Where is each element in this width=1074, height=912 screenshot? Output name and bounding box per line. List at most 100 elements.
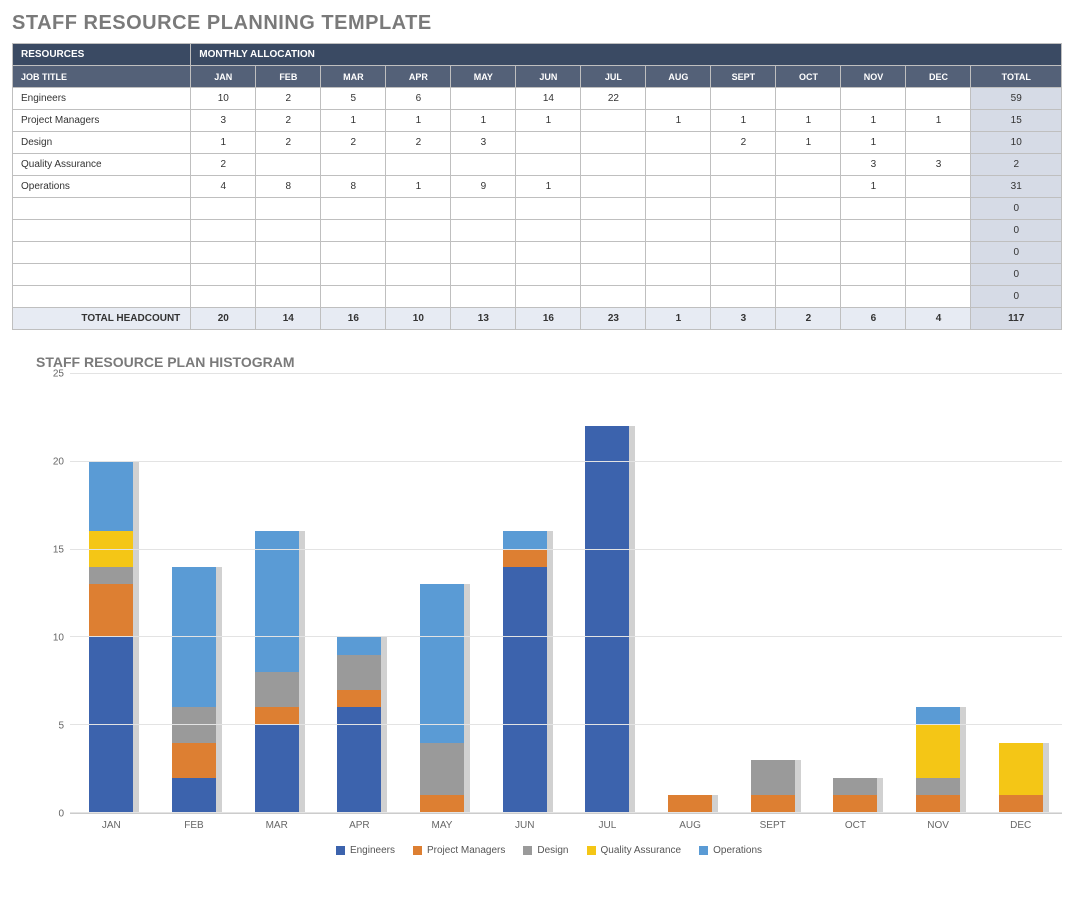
legend-item: Design — [523, 845, 568, 856]
x-tick: JUL — [566, 814, 649, 831]
bar-segment — [420, 795, 464, 813]
row-total-cell: 0 — [971, 264, 1062, 286]
table-row: Operations488191131 — [13, 176, 1062, 198]
bar-column — [566, 426, 649, 813]
footer-val: 20 — [191, 308, 256, 330]
alloc-cell — [646, 88, 711, 110]
alloc-cell — [321, 220, 386, 242]
alloc-cell: 5 — [321, 88, 386, 110]
alloc-cell — [711, 220, 776, 242]
bar-stack — [172, 567, 216, 813]
row-total-cell: 10 — [971, 132, 1062, 154]
chart-title: STAFF RESOURCE PLAN HISTOGRAM — [36, 354, 1062, 370]
bar-segment — [833, 795, 877, 813]
alloc-cell: 2 — [191, 154, 256, 176]
x-tick: OCT — [814, 814, 897, 831]
alloc-cell: 9 — [451, 176, 516, 198]
x-axis: JANFEBMARAPRMAYJUNJULAUGSEPTOCTNOVDEC — [70, 814, 1062, 831]
alloc-cell — [841, 242, 906, 264]
alloc-cell — [516, 242, 581, 264]
bar-stack — [751, 760, 795, 813]
row-total-cell: 15 — [971, 110, 1062, 132]
alloc-cell: 1 — [386, 176, 451, 198]
alloc-cell — [581, 110, 646, 132]
legend-swatch — [523, 846, 532, 855]
hdr-month: AUG — [646, 66, 711, 88]
hdr-month: OCT — [776, 66, 841, 88]
alloc-cell — [776, 154, 841, 176]
legend-item: Project Managers — [413, 845, 505, 856]
table-row: Quality Assurance2332 — [13, 154, 1062, 176]
bar-stack — [585, 426, 629, 813]
alloc-cell: 1 — [516, 176, 581, 198]
alloc-cell — [451, 88, 516, 110]
alloc-cell — [581, 242, 646, 264]
alloc-cell — [256, 220, 321, 242]
alloc-cell — [516, 154, 581, 176]
bar-column — [401, 584, 484, 813]
hdr-total: TOTAL — [971, 66, 1062, 88]
bar-segment — [420, 584, 464, 742]
alloc-cell — [386, 198, 451, 220]
bar-segment — [337, 655, 381, 690]
alloc-cell — [646, 242, 711, 264]
alloc-cell — [776, 286, 841, 308]
alloc-cell — [906, 220, 971, 242]
alloc-cell — [646, 220, 711, 242]
alloc-cell — [776, 220, 841, 242]
alloc-cell — [776, 242, 841, 264]
alloc-cell: 2 — [256, 132, 321, 154]
alloc-cell — [191, 198, 256, 220]
alloc-cell — [516, 198, 581, 220]
legend-swatch — [587, 846, 596, 855]
alloc-cell — [776, 88, 841, 110]
alloc-cell: 1 — [841, 110, 906, 132]
footer-val: 16 — [516, 308, 581, 330]
footer-row: TOTAL HEADCOUNT 20 14 16 10 13 16 23 1 3… — [13, 308, 1062, 330]
alloc-cell: 2 — [711, 132, 776, 154]
alloc-cell — [516, 286, 581, 308]
legend-item: Engineers — [336, 845, 395, 856]
alloc-cell — [581, 132, 646, 154]
alloc-cell — [906, 198, 971, 220]
alloc-cell: 1 — [841, 176, 906, 198]
alloc-cell — [321, 264, 386, 286]
alloc-cell — [516, 132, 581, 154]
legend-label: Design — [537, 845, 568, 856]
alloc-cell — [386, 242, 451, 264]
hdr-alloc: MONTHLY ALLOCATION — [191, 44, 1062, 66]
alloc-cell — [906, 176, 971, 198]
bar-segment — [668, 795, 712, 813]
job-title-cell — [13, 286, 191, 308]
footer-val: 4 — [906, 308, 971, 330]
bar-segment — [751, 760, 795, 795]
alloc-cell: 1 — [841, 132, 906, 154]
chart: 0510152025 JANFEBMARAPRMAYJUNJULAUGSEPTO… — [12, 374, 1062, 856]
bar-segment — [420, 743, 464, 796]
bar-segment — [503, 567, 547, 813]
alloc-cell: 14 — [516, 88, 581, 110]
bar-column — [235, 531, 318, 813]
table-row: Project Managers3211111111115 — [13, 110, 1062, 132]
alloc-cell — [906, 242, 971, 264]
bar-column — [814, 778, 897, 813]
alloc-cell: 2 — [256, 88, 321, 110]
bar-segment — [255, 531, 299, 672]
alloc-cell — [451, 154, 516, 176]
footer-val: 6 — [841, 308, 906, 330]
row-total-cell: 0 — [971, 242, 1062, 264]
alloc-cell: 1 — [906, 110, 971, 132]
y-tick: 5 — [58, 721, 64, 732]
alloc-cell: 2 — [256, 110, 321, 132]
alloc-cell — [646, 198, 711, 220]
hdr-row: JOB TITLE JAN FEB MAR APR MAY JUN JUL AU… — [13, 66, 1062, 88]
job-title-cell: Quality Assurance — [13, 154, 191, 176]
table-row: 0 — [13, 286, 1062, 308]
legend-swatch — [699, 846, 708, 855]
hdr-month: SEPT — [711, 66, 776, 88]
alloc-cell: 3 — [841, 154, 906, 176]
x-tick: MAR — [235, 814, 318, 831]
bar-segment — [172, 778, 216, 813]
legend-label: Operations — [713, 845, 762, 856]
alloc-cell — [516, 264, 581, 286]
